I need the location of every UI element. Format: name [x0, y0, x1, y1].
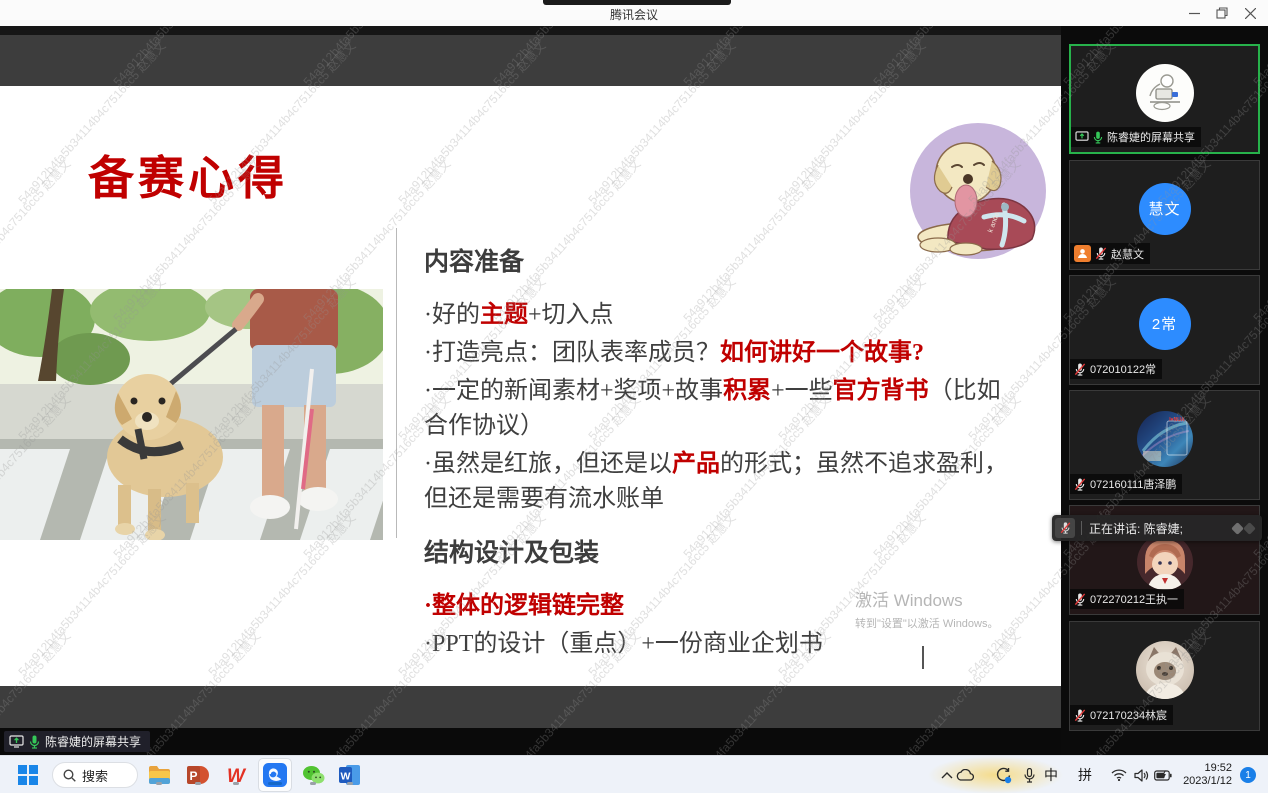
notification-badge[interactable]: 1 [1240, 767, 1256, 783]
participant-label: 072270212王执一 [1070, 589, 1184, 609]
slide-bullet: ·PPT的设计（重点）+一份商业企划书 [424, 627, 1008, 662]
meeting-main-area: 备赛心得 [0, 26, 1268, 755]
wps-icon[interactable]: W [224, 763, 248, 787]
mic-off-icon [1074, 478, 1086, 491]
tray-mic-icon[interactable] [1020, 766, 1038, 784]
avatar-photo [1136, 641, 1194, 699]
activation-line2: 转到"设置"以激活 Windows。 [855, 615, 999, 631]
taskbar-clock[interactable]: 19:52 2023/1/12 [1183, 762, 1232, 788]
volume-icon[interactable] [1132, 766, 1150, 784]
participant-label: 072010122常 [1070, 359, 1162, 379]
share-toolbar-notch[interactable] [543, 0, 731, 5]
slide-bullet: ·好的主题+切入点 [424, 298, 1008, 333]
participant-label: 072170234林宸 [1070, 705, 1173, 725]
speaking-toast: 正在讲话: 陈睿婕; [1052, 515, 1262, 541]
section-heading: 结构设计及包装 [424, 533, 1008, 569]
participant-tile[interactable]: 2常 072010122常 [1069, 275, 1260, 385]
wechat-icon[interactable] [301, 763, 325, 787]
toast-separator [1081, 521, 1082, 535]
participant-tile[interactable]: 072170234林宸 [1069, 621, 1260, 731]
windows-activation-watermark: 激活 Windows 转到"设置"以激活 Windows。 [855, 586, 999, 631]
battery-icon[interactable] [1154, 766, 1172, 784]
start-button[interactable] [16, 763, 40, 787]
guide-dog-photo [0, 289, 383, 540]
ime-language-indicator[interactable]: 中 [1044, 766, 1058, 784]
section-heading: 内容准备 [424, 242, 1008, 278]
participant-name: 陈睿婕的屏幕共享 [1107, 129, 1195, 145]
slide-section-content-prep: 内容准备 ·好的主题+切入点·打造亮点：团队表率成员？如何讲好一个故事?·一定的… [424, 242, 1008, 517]
screen-share-view: 备赛心得 [0, 26, 1061, 755]
share-letterbox-bottom [0, 728, 1061, 755]
mic-off-icon [1074, 363, 1086, 376]
ime-mode-indicator[interactable]: 拼 [1078, 766, 1092, 784]
avatar-photo [1137, 534, 1193, 590]
slide-divider-line [396, 228, 397, 538]
participant-name: 072160111唐泽鹏 [1090, 476, 1176, 492]
screen-share-icon [1075, 131, 1089, 143]
avatar [1136, 64, 1194, 122]
participant-name: 072270212王执一 [1090, 591, 1178, 607]
minimize-button[interactable] [1180, 0, 1208, 26]
word-icon[interactable]: W [338, 763, 362, 787]
restore-button[interactable] [1208, 0, 1236, 26]
participant-label: 赵慧文 [1070, 243, 1150, 264]
avatar-initials: 2常 [1139, 298, 1191, 350]
powerpoint-icon[interactable]: P [186, 763, 210, 787]
participant-label: 陈睿婕的屏幕共享 [1071, 127, 1201, 147]
windows-taskbar: 搜索 P W [0, 755, 1268, 793]
presentation-slide: 备赛心得 [0, 86, 1061, 686]
mic-off-icon [1074, 593, 1086, 606]
mic-on-icon [1093, 131, 1103, 144]
tencent-meeting-icon[interactable] [263, 763, 287, 787]
participant-name: 072010122常 [1090, 361, 1156, 377]
avatar-badge-text: I♥NUA [1169, 417, 1184, 423]
share-letterbox-top [0, 26, 1061, 35]
section-bullets: ·好的主题+切入点·打造亮点：团队表率成员？如何讲好一个故事?·一定的新闻素材+… [424, 298, 1008, 517]
participant-tile[interactable]: 慧文 赵慧文 [1069, 160, 1260, 270]
avatar-photo: I♥NUA [1137, 411, 1193, 467]
slide-bullet: ·虽然是红旅，但还是以产品的形式；虽然不追求盈利，但还是需要有流水账单 [424, 447, 1008, 517]
participant-name: 072170234林宸 [1090, 707, 1167, 723]
screen: 腾讯会议 备赛心得 [0, 0, 1268, 793]
participant-tile[interactable]: I♥NUA 072160111唐泽鹏 [1069, 390, 1260, 500]
search-icon [63, 769, 76, 782]
mic-off-icon [1055, 518, 1075, 538]
text-caret [922, 646, 924, 669]
file-explorer-icon[interactable] [147, 763, 171, 787]
window-controls [1180, 0, 1264, 26]
toast-decoration [1233, 524, 1254, 533]
svg-text:P: P [189, 769, 197, 783]
mic-on-icon [29, 735, 40, 749]
onedrive-cloud-icon[interactable] [956, 766, 974, 784]
ime-lang-text: 中 [1044, 765, 1058, 785]
participant-name: 赵慧文 [1111, 246, 1144, 262]
participants-sidebar: 陈睿婕的屏幕共享 慧文 赵慧文 [1061, 26, 1268, 755]
sync-icon[interactable] [994, 766, 1012, 784]
participant-label: 072160111唐泽鹏 [1070, 474, 1182, 494]
slide-bullet: ·一定的新闻素材+奖项+故事积累+一些官方背书（比如合作协议） [424, 374, 1008, 444]
ime-mode-text: 拼 [1078, 765, 1092, 785]
svg-text:W: W [341, 771, 351, 783]
participant-tile-sharer[interactable]: 陈睿婕的屏幕共享 [1069, 44, 1260, 154]
speaking-toast-text: 正在讲话: 陈睿婕; [1089, 520, 1183, 537]
taskbar-search[interactable]: 搜索 [52, 762, 138, 788]
clock-time: 19:52 [1183, 762, 1232, 775]
screen-share-banner: 陈睿婕的屏幕共享 [4, 731, 150, 752]
slide-title: 备赛心得 [88, 142, 288, 208]
activation-line1: 激活 Windows [855, 586, 999, 611]
close-button[interactable] [1236, 0, 1264, 26]
member-tag-icon [1074, 245, 1091, 262]
slide-bullet: ·打造亮点：团队表率成员？如何讲好一个故事? [424, 336, 1008, 371]
share-banner-label: 陈睿婕的屏幕共享 [45, 733, 141, 750]
wifi-icon[interactable] [1110, 766, 1128, 784]
tray-overflow-chevron-icon[interactable] [938, 766, 956, 784]
clock-date: 2023/1/12 [1183, 775, 1232, 788]
avatar-initials: 慧文 [1139, 183, 1191, 235]
window-title: 腾讯会议 [0, 6, 1268, 23]
mic-off-icon [1074, 709, 1086, 722]
mic-off-icon [1095, 247, 1107, 260]
guide-dog-logo: k ando [908, 121, 1048, 261]
search-label: 搜索 [82, 766, 108, 785]
screen-share-icon [9, 735, 24, 748]
